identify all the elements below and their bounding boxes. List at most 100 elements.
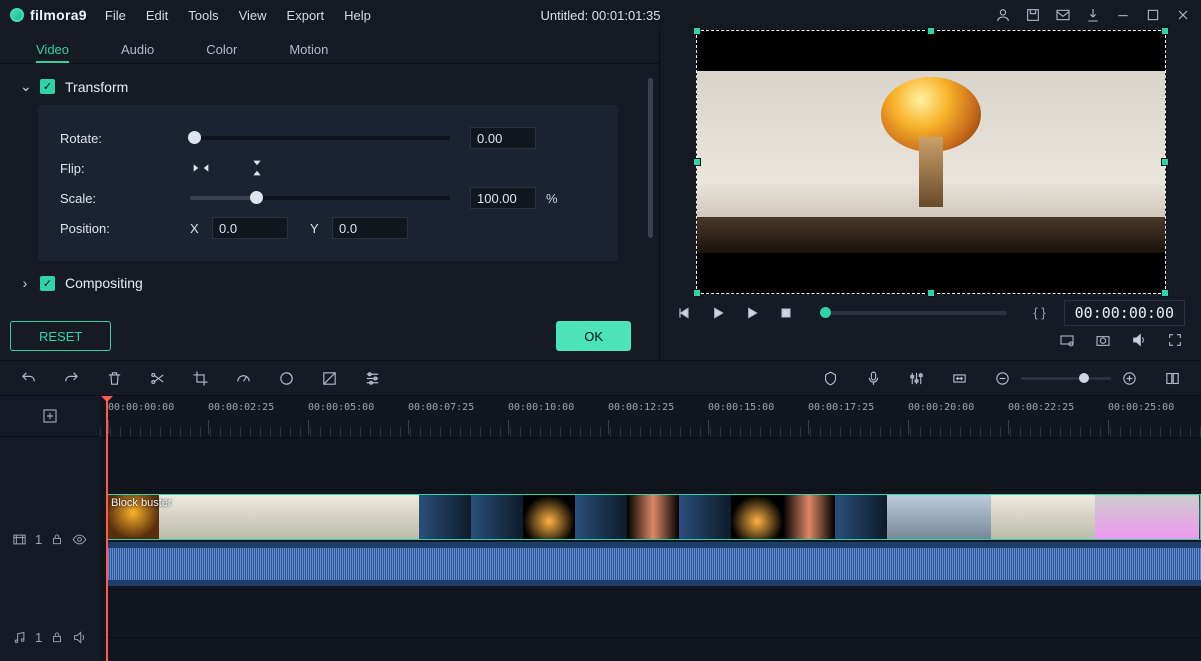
eye-icon[interactable]	[72, 532, 87, 547]
tab-color[interactable]: Color	[206, 42, 237, 63]
play-icon[interactable]	[710, 305, 726, 321]
video-track-header[interactable]: 1	[0, 489, 100, 589]
speed-icon[interactable]	[235, 370, 252, 387]
adjust-icon[interactable]	[364, 370, 381, 387]
menu-help[interactable]: Help	[344, 8, 371, 23]
preview-timecode: 00:00:00:00	[1064, 300, 1185, 326]
scrollbar-thumb[interactable]	[648, 78, 653, 238]
clip-label: Block buster	[111, 497, 172, 509]
account-icon[interactable]	[995, 7, 1011, 23]
window-controls	[995, 7, 1191, 23]
position-x-input[interactable]: 0.0	[212, 217, 288, 239]
maximize-icon[interactable]	[1145, 7, 1161, 23]
color-icon[interactable]	[278, 370, 295, 387]
tab-audio[interactable]: Audio	[121, 42, 154, 63]
audio-track-header[interactable]: 1	[0, 613, 100, 661]
preview-panel: { } 00:00:00:00	[660, 30, 1201, 360]
markers-icon[interactable]: { }	[1033, 305, 1045, 320]
record-voice-icon[interactable]	[865, 370, 882, 387]
video-track[interactable]: Block buster	[100, 490, 1201, 590]
lock-icon[interactable]	[50, 630, 64, 644]
save-icon[interactable]	[1025, 7, 1041, 23]
ruler-tick: 00:00:17:25	[808, 402, 874, 413]
resize-handle[interactable]	[693, 289, 701, 297]
resize-handle[interactable]	[1161, 27, 1169, 35]
rotate-slider[interactable]	[190, 136, 450, 140]
scale-label: Scale:	[60, 191, 190, 206]
empty-track[interactable]	[100, 438, 1201, 490]
split-icon[interactable]	[149, 370, 166, 387]
zoom-out-icon[interactable]	[994, 370, 1011, 387]
stop-icon[interactable]	[778, 305, 794, 321]
resize-handle[interactable]	[1161, 289, 1169, 297]
timeline: 1 1 00:00:00:0000:00:02:2500:00:05:0000:…	[0, 396, 1201, 661]
minimize-icon[interactable]	[1115, 7, 1131, 23]
flip-horizontal-icon[interactable]	[190, 159, 212, 177]
video-track-number: 1	[35, 532, 42, 547]
ruler-tick: 00:00:02:25	[208, 402, 274, 413]
tab-video[interactable]: Video	[36, 42, 69, 63]
preview-canvas[interactable]	[696, 30, 1166, 294]
position-y-label: Y	[310, 221, 326, 236]
add-track-icon[interactable]	[0, 396, 100, 437]
fit-icon[interactable]	[951, 370, 968, 387]
green-screen-icon[interactable]	[321, 370, 338, 387]
transform-header: ⌄ ✓ Transform	[20, 78, 631, 95]
audio-mixer-icon[interactable]	[908, 370, 925, 387]
zoom-slider[interactable]	[1021, 377, 1111, 380]
timeline-ruler[interactable]: 00:00:00:0000:00:02:2500:00:05:0000:00:0…	[100, 396, 1201, 438]
scale-slider[interactable]	[190, 196, 450, 200]
menu-export[interactable]: Export	[287, 8, 325, 23]
ok-button[interactable]: OK	[556, 321, 631, 351]
timeline-gutter: 1 1	[0, 396, 100, 661]
tab-motion[interactable]: Motion	[289, 42, 328, 63]
preview-scrubber[interactable]	[820, 311, 1007, 315]
flip-vertical-icon[interactable]	[246, 159, 268, 177]
undo-icon[interactable]	[20, 370, 37, 387]
menu-view[interactable]: View	[239, 8, 267, 23]
delete-icon[interactable]	[106, 370, 123, 387]
transform-checkbox[interactable]: ✓	[40, 79, 55, 94]
settings-icon[interactable]	[1059, 332, 1075, 355]
properties-tabs: Video Audio Color Motion	[0, 30, 659, 64]
position-y-input[interactable]: 0.0	[332, 217, 408, 239]
compositing-checkbox[interactable]: ✓	[40, 276, 55, 291]
resize-handle[interactable]	[693, 158, 701, 166]
volume-icon[interactable]	[1131, 332, 1147, 355]
prev-frame-icon[interactable]	[676, 305, 692, 321]
ruler-tick: 00:00:22:25	[1008, 402, 1074, 413]
timeline-settings-icon[interactable]	[1164, 370, 1181, 387]
ruler-tick: 00:00:25:00	[1108, 402, 1174, 413]
menu-file[interactable]: File	[105, 8, 126, 23]
marker-icon[interactable]	[822, 370, 839, 387]
resize-handle[interactable]	[693, 27, 701, 35]
rotate-input[interactable]: 0.00	[470, 127, 536, 149]
zoom-in-icon[interactable]	[1121, 370, 1138, 387]
mute-icon[interactable]	[72, 630, 87, 645]
clip-audio-waveform[interactable]	[106, 542, 1201, 586]
timeline-body[interactable]: 00:00:00:0000:00:02:2500:00:05:0000:00:0…	[100, 396, 1201, 661]
reset-button[interactable]: RESET	[10, 321, 111, 351]
audio-track[interactable]	[100, 590, 1201, 638]
menu-tools[interactable]: Tools	[188, 8, 218, 23]
chevron-right-icon[interactable]: ›	[20, 275, 30, 291]
redo-icon[interactable]	[63, 370, 80, 387]
fullscreen-icon[interactable]	[1167, 332, 1183, 355]
scale-input[interactable]: 100.00	[470, 187, 536, 209]
menu-edit[interactable]: Edit	[146, 8, 168, 23]
download-icon[interactable]	[1085, 7, 1101, 23]
resize-handle[interactable]	[927, 27, 935, 35]
resize-handle[interactable]	[1161, 158, 1169, 166]
message-icon[interactable]	[1055, 7, 1071, 23]
resize-handle[interactable]	[927, 289, 935, 297]
playhead[interactable]	[106, 396, 108, 661]
snapshot-icon[interactable]	[1095, 332, 1111, 355]
crop-icon[interactable]	[192, 370, 209, 387]
lock-icon[interactable]	[50, 532, 64, 546]
properties-scroll: ⌄ ✓ Transform Rotate: 0.00 Flip: Scale:	[0, 64, 659, 309]
video-clip[interactable]: Block buster	[106, 494, 1201, 540]
close-icon[interactable]	[1175, 7, 1191, 23]
app-name: filmora9	[30, 7, 87, 23]
play-all-icon[interactable]	[744, 305, 760, 321]
chevron-down-icon[interactable]: ⌄	[20, 78, 30, 95]
